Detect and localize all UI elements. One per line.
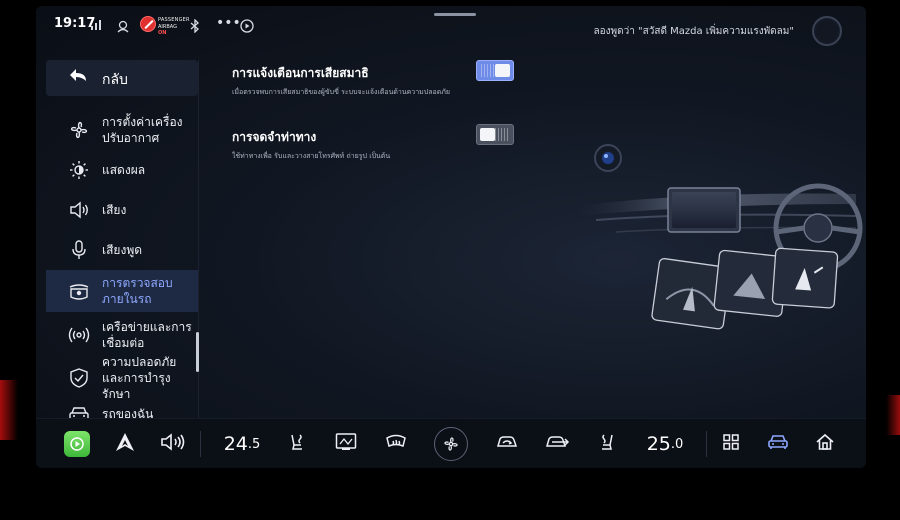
sidebar-item-label: เครือข่ายและการเชื่อมต่อ	[102, 320, 192, 350]
sidebar-item-sound[interactable]: เสียง	[46, 190, 198, 230]
front-defrost-button[interactable]	[384, 431, 408, 457]
shield-icon	[68, 367, 90, 389]
setting-description: ใช้ท่าทางเพื่อ รับและวางสายโทรศัพท์ ถ่าย…	[232, 152, 391, 160]
fresh-air-icon	[544, 432, 570, 456]
microphone-icon	[68, 239, 90, 261]
recirculation-button[interactable]	[494, 431, 520, 457]
wireless-icon	[68, 324, 90, 346]
speaker-icon	[68, 199, 90, 221]
settings-sidebar: กลับ การตั้งค่าเครื่องปรับอากาศ แสดงผล เ…	[46, 60, 198, 421]
setting-description: เมื่อตรวจพบการเสียสมาธิของผู้ขับขี่ ระบบ…	[232, 88, 450, 96]
sidebar-item-climate[interactable]: การตั้งค่าเครื่องปรับอากาศ	[46, 108, 198, 152]
home-button[interactable]	[814, 431, 836, 457]
car-icon	[767, 432, 789, 456]
sidebar-item-network[interactable]: เครือข่ายและการเชื่อมต่อ	[46, 314, 198, 356]
fresh-air-button[interactable]	[544, 431, 570, 457]
voice-assistant-button[interactable]	[812, 16, 842, 46]
back-arrow-icon	[68, 65, 88, 90]
sidebar-scrollbar[interactable]	[196, 332, 199, 372]
sidebar-item-label: แสดงผล	[102, 163, 146, 177]
bezel-red-glow-left	[0, 380, 18, 440]
app-grid-button[interactable]	[720, 431, 742, 457]
climate-auto-button[interactable]	[334, 431, 358, 457]
app-grid-icon	[722, 433, 740, 455]
passenger-airbag-indicator: PASSENGER AIRBAG ON	[140, 16, 189, 36]
airbag-label: PASSENGER	[158, 17, 190, 23]
back-label: กลับ	[102, 72, 128, 88]
airbag-status-line: AIRBAG ON	[158, 24, 178, 36]
toggle-knob	[480, 128, 495, 141]
bluetooth-icon	[190, 18, 200, 36]
fan-icon	[434, 427, 468, 461]
airbag-state: ON	[158, 30, 167, 36]
signal-icon	[90, 19, 102, 34]
gesture-demo-cards	[651, 247, 839, 330]
passenger-temperature[interactable]: 25.0	[644, 431, 686, 457]
airbag-off-icon	[140, 16, 156, 32]
dock-separator	[706, 431, 707, 457]
bezel-red-glow-right	[886, 395, 900, 435]
toggle-knob	[495, 64, 510, 77]
back-button[interactable]: กลับ	[46, 60, 198, 96]
sidebar-item-voice[interactable]: เสียงพูด	[46, 230, 198, 270]
volume-button[interactable]	[158, 431, 188, 457]
distraction-alert-toggle[interactable]	[476, 60, 514, 81]
cabin-camera	[594, 144, 622, 172]
volume-icon	[159, 431, 187, 457]
seat-heat-icon	[287, 432, 307, 456]
android-auto-icon	[115, 432, 135, 456]
android-auto-button[interactable]	[114, 431, 136, 457]
fan-icon	[68, 119, 90, 141]
more-icon[interactable]: •••	[216, 15, 241, 31]
driver-monitor-icon	[116, 19, 130, 36]
brightness-icon	[68, 159, 90, 181]
seat-heat-driver-button[interactable]	[286, 431, 308, 457]
cabin-camera-icon	[68, 280, 90, 302]
sidebar-item-label: การตั้งค่าเครื่องปรับอากาศ	[102, 115, 183, 145]
sidebar-item-label: เสียงพูด	[102, 243, 143, 257]
seat-heat-passenger-button[interactable]	[596, 431, 618, 457]
sidebar-item-label: เสียง	[102, 203, 127, 217]
sidebar-item-label: การตรวจสอบภายในรถ	[102, 276, 173, 306]
carplay-icon	[64, 431, 90, 457]
bottom-dock: 24.5 25 .0	[36, 418, 866, 468]
cabin-illustration	[576, 144, 863, 330]
status-bar: 19:17 PASSENGER AIRBAG ON ••• ลองพูดว่า …	[36, 6, 866, 50]
vehicle-settings-button[interactable]	[766, 431, 790, 457]
climate-screen-icon	[335, 432, 357, 456]
sidebar-item-display[interactable]: แสดงผล	[46, 152, 198, 188]
sidebar-item-label: ความปลอดภัยและการบำรุงรักษา	[102, 355, 177, 401]
fan-speed-button[interactable]	[433, 427, 469, 461]
voice-hint: ลองพูดว่า "สวัสดี Mazda เพิ่มความแรงพัดล…	[593, 26, 794, 37]
front-defrost-icon	[385, 432, 407, 456]
driver-temperature[interactable]: 24.5	[222, 431, 262, 457]
home-icon	[815, 432, 835, 456]
sidebar-item-cabin-monitoring[interactable]: การตรวจสอบภายในรถ	[46, 270, 198, 312]
pull-down-handle[interactable]	[434, 13, 476, 16]
sidebar-item-safety[interactable]: ความปลอดภัยและการบำรุงรักษา	[46, 355, 198, 401]
infotainment-screen: 19:17 PASSENGER AIRBAG ON ••• ลองพูดว่า …	[36, 6, 866, 468]
recirculation-icon	[495, 432, 519, 456]
seat-heat-icon	[597, 432, 617, 456]
carplay-button[interactable]	[64, 431, 90, 457]
dock-separator	[200, 431, 201, 457]
gesture-recognition-toggle[interactable]	[476, 124, 514, 145]
media-playing-icon[interactable]	[240, 19, 254, 36]
